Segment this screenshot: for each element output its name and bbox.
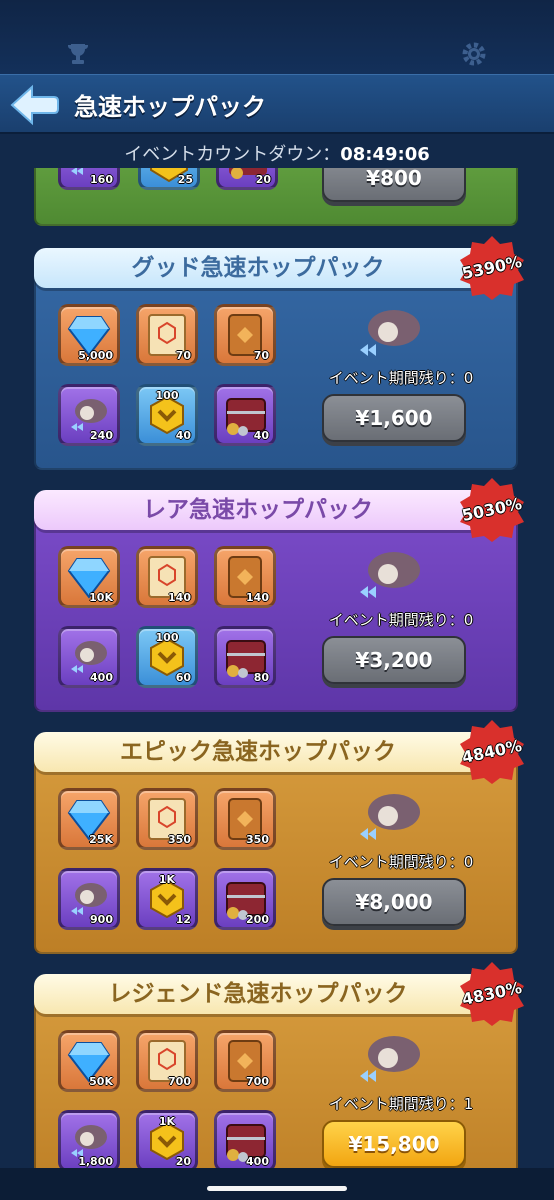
remaining-count: イベント期間残り：0	[328, 853, 474, 871]
item-quantity: 20	[175, 1155, 191, 1168]
item-slot[interactable]: 400	[58, 626, 120, 688]
item-quantity: 200	[246, 913, 269, 926]
item-quantity: 400	[90, 671, 113, 684]
item-slot[interactable]: 25	[138, 168, 200, 190]
item-slot[interactable]: 40	[214, 384, 276, 446]
bonus-badge: 5390%	[460, 251, 524, 284]
item-quantity: 160	[90, 173, 113, 186]
item-quantity: 140	[246, 591, 269, 604]
item-slot[interactable]: 240	[58, 384, 120, 446]
countdown-label: イベントカウントダウン：	[124, 144, 341, 165]
trophy-icon[interactable]	[64, 40, 92, 68]
event-countdown: イベントカウントダウン：08:49:06	[0, 140, 554, 166]
item-slot[interactable]: 160	[58, 168, 120, 190]
item-quantity: 25K	[89, 833, 113, 846]
buy-button[interactable]: ¥8,000	[322, 878, 466, 926]
item-slot[interactable]: 140	[136, 546, 198, 608]
item-quantity: 80	[253, 671, 269, 684]
pack-title: レア急速ホップパック	[34, 490, 482, 530]
item-slot[interactable]: 700	[214, 1030, 276, 1092]
item-slot[interactable]: 1K 12	[136, 868, 198, 930]
item-quantity: 10K	[89, 591, 113, 604]
item-quantity: 40	[175, 429, 191, 442]
title-bar: 急速ホップパック	[0, 74, 554, 134]
item-slot[interactable]: 100 40	[136, 384, 198, 446]
buy-button[interactable]: ¥15,800	[322, 1120, 466, 1168]
item-slot[interactable]: 700	[136, 1030, 198, 1092]
item-quantity: 20	[255, 173, 271, 186]
item-quantity: 900	[90, 913, 113, 926]
item-quantity-top: 100	[155, 631, 179, 644]
item-slot[interactable]: 140	[214, 546, 276, 608]
buy-button[interactable]: ¥800	[322, 168, 466, 202]
top-bar	[0, 0, 554, 74]
item-quantity-top: 1K	[158, 1115, 176, 1128]
page-title: 急速ホップパック	[74, 93, 266, 121]
bottom-bar	[0, 1168, 554, 1200]
item-quantity: 60	[175, 671, 191, 684]
item-slot[interactable]: 400	[214, 1110, 276, 1168]
item-quantity: 240	[90, 429, 113, 442]
item-slot[interactable]: 350	[136, 788, 198, 850]
item-slot[interactable]: 80	[214, 626, 276, 688]
item-slot[interactable]: 10K	[58, 546, 120, 608]
remaining-count: イベント期間残り：1	[328, 1095, 474, 1113]
item-slot[interactable]: 70	[214, 304, 276, 366]
item-slot[interactable]: 25K	[58, 788, 120, 850]
item-quantity: 70	[253, 349, 269, 362]
dragon-hourglass-icon	[360, 552, 420, 598]
item-quantity: 50K	[89, 1075, 113, 1088]
bonus-badge: 4840%	[460, 735, 524, 768]
item-slot[interactable]: 200	[214, 868, 276, 930]
item-slot[interactable]: 100 60	[136, 626, 198, 688]
pack-title: レジェンド急速ホップパック	[34, 974, 482, 1014]
item-quantity: 350	[168, 833, 191, 846]
pack-list[interactable]: 160 25 20 ¥800 グッド急速ホップパック 5390% 5,000 7…	[0, 168, 554, 1168]
item-quantity-top: 1K	[158, 873, 176, 886]
bonus-badge: 4830%	[460, 977, 524, 1010]
item-slot[interactable]: 1,800	[58, 1110, 120, 1168]
item-quantity: 140	[168, 591, 191, 604]
item-slot[interactable]: 1K 20	[136, 1110, 198, 1168]
item-slot[interactable]: 900	[58, 868, 120, 930]
gear-icon[interactable]	[460, 40, 488, 68]
back-arrow-icon[interactable]	[8, 81, 60, 129]
countdown-time: 08:49:06	[340, 144, 430, 165]
item-quantity: 700	[168, 1075, 191, 1088]
remaining-count: イベント期間残り：0	[328, 611, 474, 629]
bonus-badge: 5030%	[460, 493, 524, 526]
pack-title: グッド急速ホップパック	[34, 248, 482, 288]
item-quantity: 25	[177, 173, 193, 186]
buy-button[interactable]: ¥3,200	[322, 636, 466, 684]
item-slot[interactable]: 350	[214, 788, 276, 850]
item-slot[interactable]: 5,000	[58, 304, 120, 366]
item-quantity: 350	[246, 833, 269, 846]
item-quantity: 5,000	[78, 349, 113, 362]
dragon-hourglass-icon	[360, 794, 420, 840]
item-slot[interactable]: 70	[136, 304, 198, 366]
item-slot[interactable]: 20	[216, 168, 278, 190]
item-quantity-top: 100	[155, 389, 179, 402]
buy-button[interactable]: ¥1,600	[322, 394, 466, 442]
item-quantity: 12	[175, 913, 191, 926]
item-slot[interactable]: 50K	[58, 1030, 120, 1092]
dragon-hourglass-icon	[360, 1036, 420, 1082]
item-quantity: 40	[253, 429, 269, 442]
home-indicator[interactable]	[207, 1186, 347, 1191]
remaining-count: イベント期間残り：0	[328, 369, 474, 387]
pack-title: エピック急速ホップパック	[34, 732, 482, 772]
item-quantity: 700	[246, 1075, 269, 1088]
dragon-hourglass-icon	[360, 310, 420, 356]
item-quantity: 1,800	[78, 1155, 113, 1168]
item-quantity: 400	[246, 1155, 269, 1168]
item-quantity: 70	[175, 349, 191, 362]
